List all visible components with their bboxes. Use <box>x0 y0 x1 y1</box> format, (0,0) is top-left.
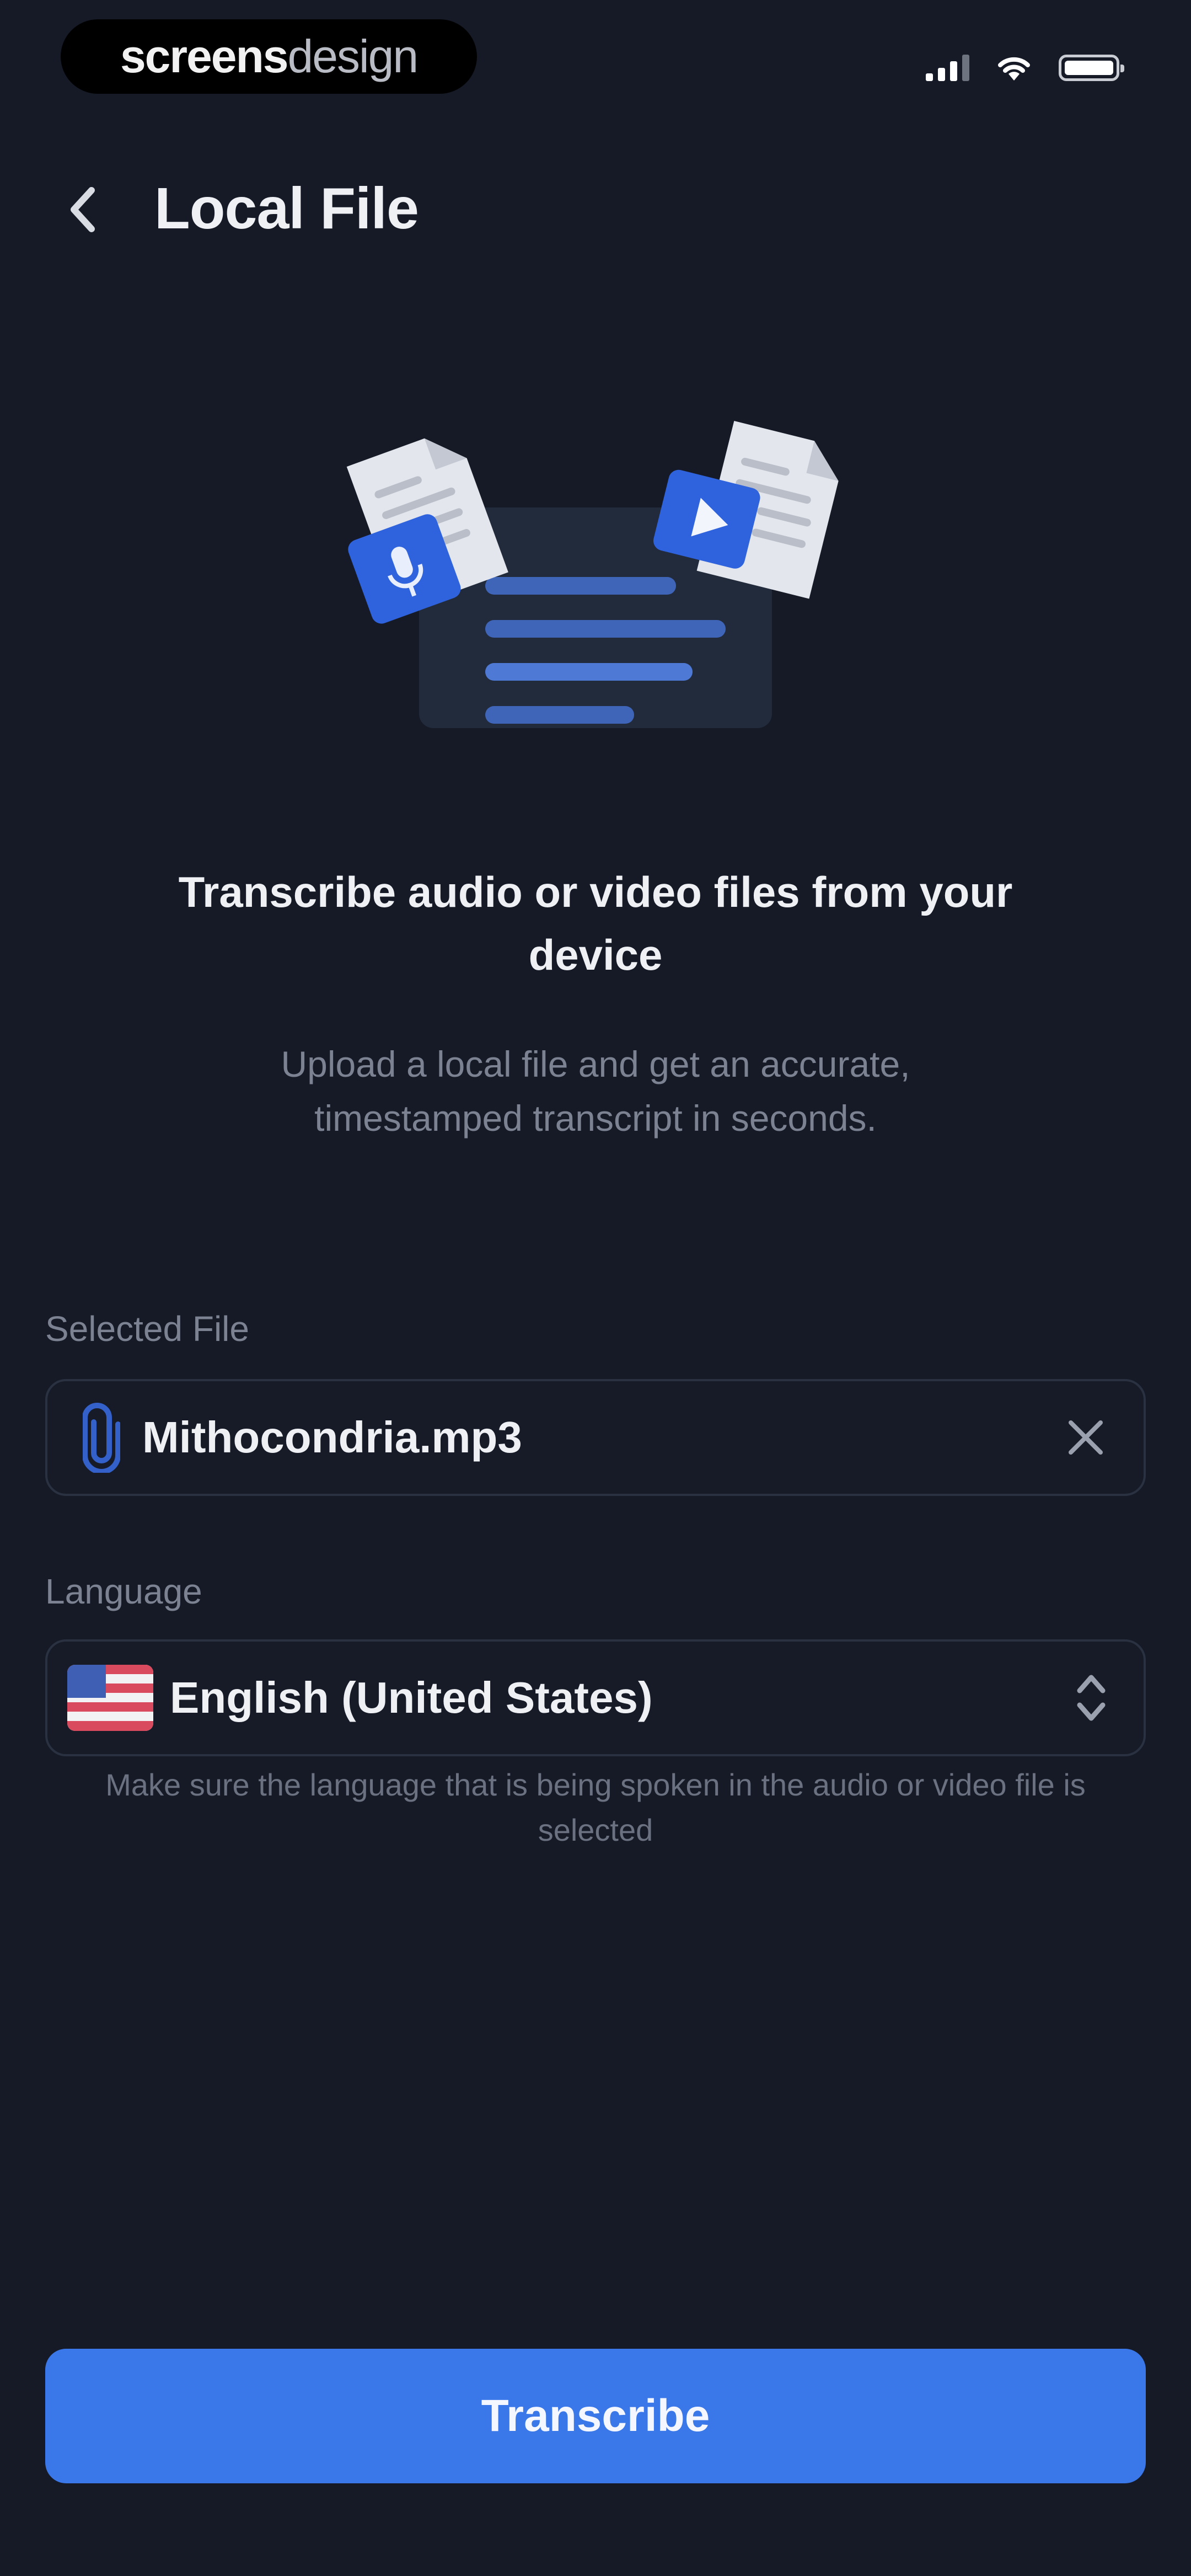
chevron-up-down-icon <box>1077 1675 1106 1721</box>
close-icon <box>1069 1420 1103 1455</box>
paperclip-icon <box>83 1403 120 1473</box>
back-button[interactable] <box>55 177 110 243</box>
clear-file-button[interactable] <box>1055 1407 1116 1468</box>
cellular-signal-icon <box>926 55 969 81</box>
brand-text-secondary: design <box>287 30 419 82</box>
page-title: Local File <box>154 176 419 241</box>
wifi-icon <box>998 57 1030 81</box>
intro-headline: Transcribe audio or video files from you… <box>178 868 1013 979</box>
language-hint: Make sure the language that is being spo… <box>105 1767 1086 1847</box>
language-value: English (United States) <box>170 1673 653 1722</box>
language-selector-toggle[interactable] <box>1066 1665 1116 1731</box>
brand-watermark: screens design <box>61 19 477 94</box>
transcribe-button[interactable]: Transcribe <box>45 2349 1146 2483</box>
language-select[interactable]: English (United States) <box>45 1639 1146 1756</box>
language-label: Language <box>45 1572 202 1611</box>
selected-file-name: Mithocondria.mp3 <box>142 1413 522 1462</box>
battery-icon <box>1059 55 1124 81</box>
status-icons <box>926 49 1124 87</box>
intro-subtext: Upload a local file and get an accurate,… <box>281 1044 910 1139</box>
us-flag-icon <box>67 1665 153 1731</box>
brand-text-primary: screens <box>120 30 289 82</box>
selected-file-label: Selected File <box>45 1309 249 1349</box>
chevron-left-icon <box>71 187 95 232</box>
selected-file-field[interactable]: Mithocondria.mp3 <box>45 1379 1146 1496</box>
upload-illustration <box>346 420 839 728</box>
